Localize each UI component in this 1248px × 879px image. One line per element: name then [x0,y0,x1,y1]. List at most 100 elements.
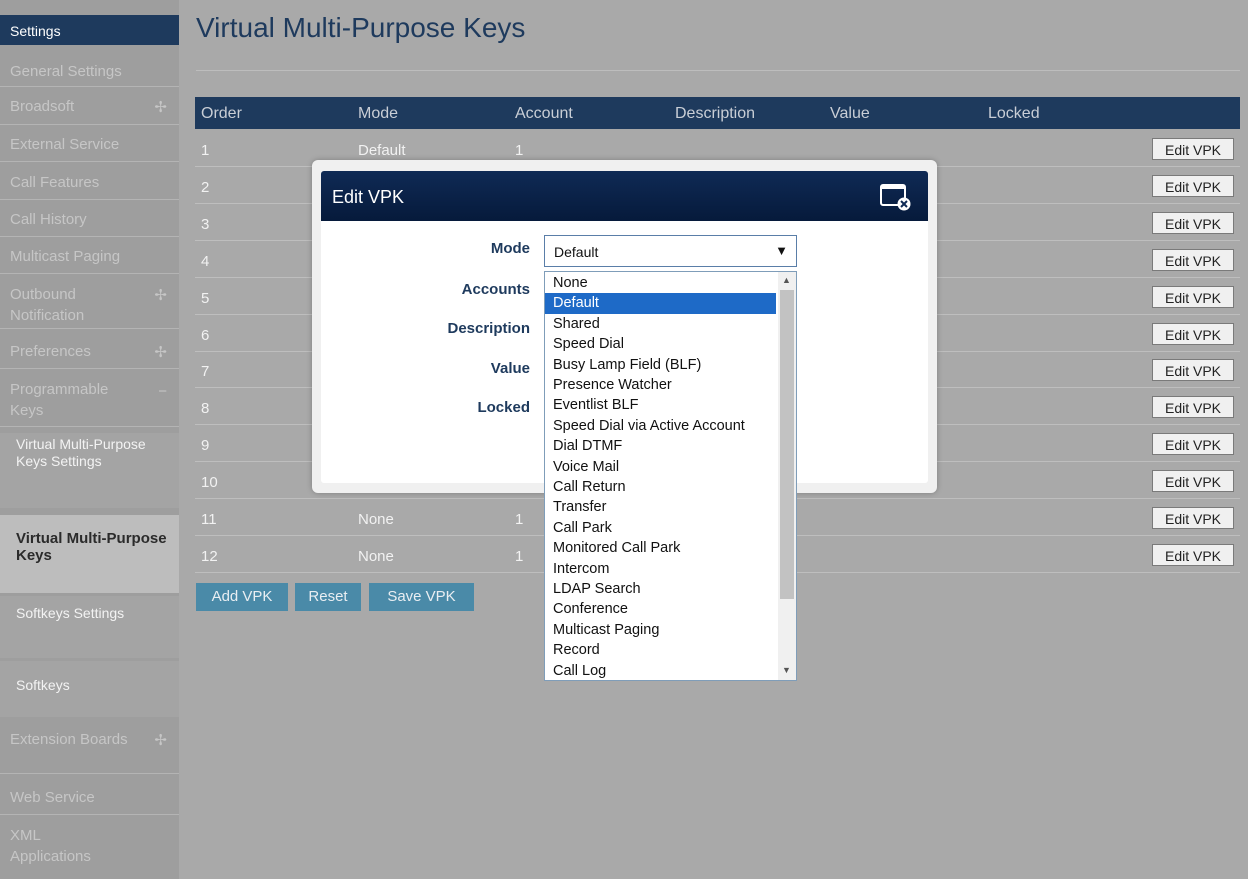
dialog-title: Edit VPK [332,187,405,207]
row-mode-cell: Default [358,142,406,159]
row-account-cell: 1 [515,142,524,159]
edit-vpk-button[interactable]: Edit VPK [1152,544,1234,566]
edit-vpk-button[interactable]: Edit VPK [1152,359,1234,381]
reset-button[interactable]: Reset [295,583,361,611]
sidebar-subitem-softkeys[interactable]: Softkeys [0,661,179,717]
edit-vpk-button[interactable]: Edit VPK [1152,396,1234,418]
mode-option[interactable]: Conference [545,599,776,619]
sidebar-item-general-settings[interactable]: General Settings [0,55,179,87]
locked-label: Locked [477,399,530,416]
mode-dropdown-list[interactable]: None Default Shared Speed Dial Busy Lamp Fie… [544,271,797,681]
sidebar-item-web-service[interactable]: Web Service [0,783,179,815]
edit-vpk-button[interactable]: Edit VPK [1152,212,1234,234]
row-order-cell: 9 [201,437,210,454]
row-mode-cell: None [358,548,394,565]
sidebar-item-label: Web Service [10,789,95,806]
sidebar-item-call-history[interactable]: Call History [0,205,179,237]
row-order-cell: 8 [201,400,210,417]
sidebar-item-label: Extension Boards [10,731,128,748]
sidebar-item-label: Preferences [10,343,91,360]
plus-icon[interactable]: ✢ [154,342,167,363]
row-order-cell: 12 [201,548,218,565]
edit-vpk-button[interactable]: Edit VPK [1152,433,1234,455]
column-header-locked: Locked [988,105,1040,122]
edit-vpk-button[interactable]: Edit VPK [1152,470,1234,492]
sidebar-item-label: Call History [10,211,87,228]
mode-option[interactable]: Dial DTMF [545,436,776,456]
scroll-down-icon[interactable]: ▼ [782,665,791,675]
row-order-cell: 3 [201,216,210,233]
sidebar-item-label: XML Applications [10,827,91,865]
sidebar-item-preferences[interactable]: Preferences ✢ [0,335,179,369]
plus-icon[interactable]: ✢ [154,730,167,751]
mode-option[interactable]: Multicast Paging [545,620,776,640]
sidebar-item-programmable-keys[interactable]: Programmable Keys − [0,377,179,427]
mode-option[interactable]: Speed Dial via Active Account [545,416,776,436]
sidebar-item-label: Virtual Multi-Purpose Keys [16,530,167,564]
mode-option[interactable]: Default [545,293,776,314]
sidebar-subitem-vpk-settings[interactable]: Virtual Multi-Purpose Keys Settings [0,433,179,508]
row-order-cell: 1 [201,142,210,159]
mode-option[interactable]: None [545,273,776,293]
edit-vpk-button[interactable]: Edit VPK [1152,138,1234,160]
row-order-cell: 2 [201,179,210,196]
scroll-up-icon[interactable]: ▲ [782,275,791,285]
sidebar: Settings General Settings Broadsoft ✢ Ext… [0,0,179,879]
edit-vpk-button[interactable]: Edit VPK [1152,507,1234,529]
mode-option[interactable]: Call Park [545,518,776,538]
sidebar-item-extension-boards[interactable]: Extension Boards ✢ [0,726,179,774]
sidebar-item-label: Programmable Keys [10,381,109,419]
save-vpk-button[interactable]: Save VPK [369,583,474,611]
add-vpk-button[interactable]: Add VPK [196,583,288,611]
mode-option[interactable]: Voice Mail [545,457,776,477]
mode-option[interactable]: Shared [545,314,776,334]
plus-icon[interactable]: ✢ [154,285,167,306]
mode-option[interactable]: LDAP Search [545,579,776,599]
page-title: Virtual Multi-Purpose Keys [196,12,526,43]
scrollbar-thumb[interactable] [780,290,794,599]
mode-option[interactable]: Intercom [545,559,776,579]
sidebar-item-xml-applications[interactable]: XML Applications [0,823,179,871]
sidebar-item-call-features[interactable]: Call Features [0,168,179,200]
sidebar-item-outbound-notification[interactable]: Outbound Notification ✢ [0,281,179,329]
row-account-cell: 1 [515,511,524,528]
mode-option[interactable]: Presence Watcher [545,375,776,395]
sidebar-item-label: Outbound Notification [10,286,85,324]
sidebar-item-label: Softkeys Settings [16,605,125,621]
mode-option[interactable]: Eventlist BLF [545,395,776,415]
sidebar-subitem-vpk[interactable]: Virtual Multi-Purpose Keys [0,515,179,593]
edit-vpk-button[interactable]: Edit VPK [1152,323,1234,345]
table-header: Order Mode Account Description Value Loc… [195,97,1240,129]
sidebar-item-label: General Settings [10,63,122,80]
mode-option[interactable]: Transfer [545,497,776,517]
mode-option[interactable]: Monitored Call Park [545,538,776,558]
sidebar-item-broadsoft[interactable]: Broadsoft ✢ [0,93,179,125]
sidebar-subitem-softkeys-settings[interactable]: Softkeys Settings [0,596,179,658]
sidebar-item-label: Call Features [10,174,100,191]
dropdown-scrollbar[interactable]: ▲ ▼ [778,272,796,680]
sidebar-item-label: Broadsoft [10,98,75,115]
mode-option[interactable]: Call Log [545,661,776,680]
sidebar-item-external-service[interactable]: External Service [0,130,179,162]
column-header-description: Description [675,105,756,122]
plus-icon[interactable]: ✢ [154,97,167,118]
sidebar-item-label: Multicast Paging [10,248,121,265]
minus-icon[interactable]: − [158,381,167,402]
column-header-account: Account [515,105,573,122]
edit-vpk-button[interactable]: Edit VPK [1152,249,1234,271]
mode-select[interactable]: Default ▼ [544,235,797,267]
mode-option[interactable]: Record [545,640,776,660]
sidebar-item-multicast-paging[interactable]: Multicast Paging [0,242,179,274]
sidebar-item-label: External Service [10,136,120,153]
row-order-cell: 5 [201,290,210,307]
close-icon[interactable] [878,182,912,212]
mode-select-value: Default [554,244,599,260]
row-order-cell: 10 [201,474,218,491]
edit-vpk-button[interactable]: Edit VPK [1152,175,1234,197]
mode-option[interactable]: Call Return [545,477,776,497]
edit-vpk-button[interactable]: Edit VPK [1152,286,1234,308]
mode-option[interactable]: Speed Dial [545,334,776,354]
mode-option[interactable]: Busy Lamp Field (BLF) [545,355,776,375]
chevron-down-icon: ▼ [775,243,788,258]
row-account-cell: 1 [515,548,524,565]
